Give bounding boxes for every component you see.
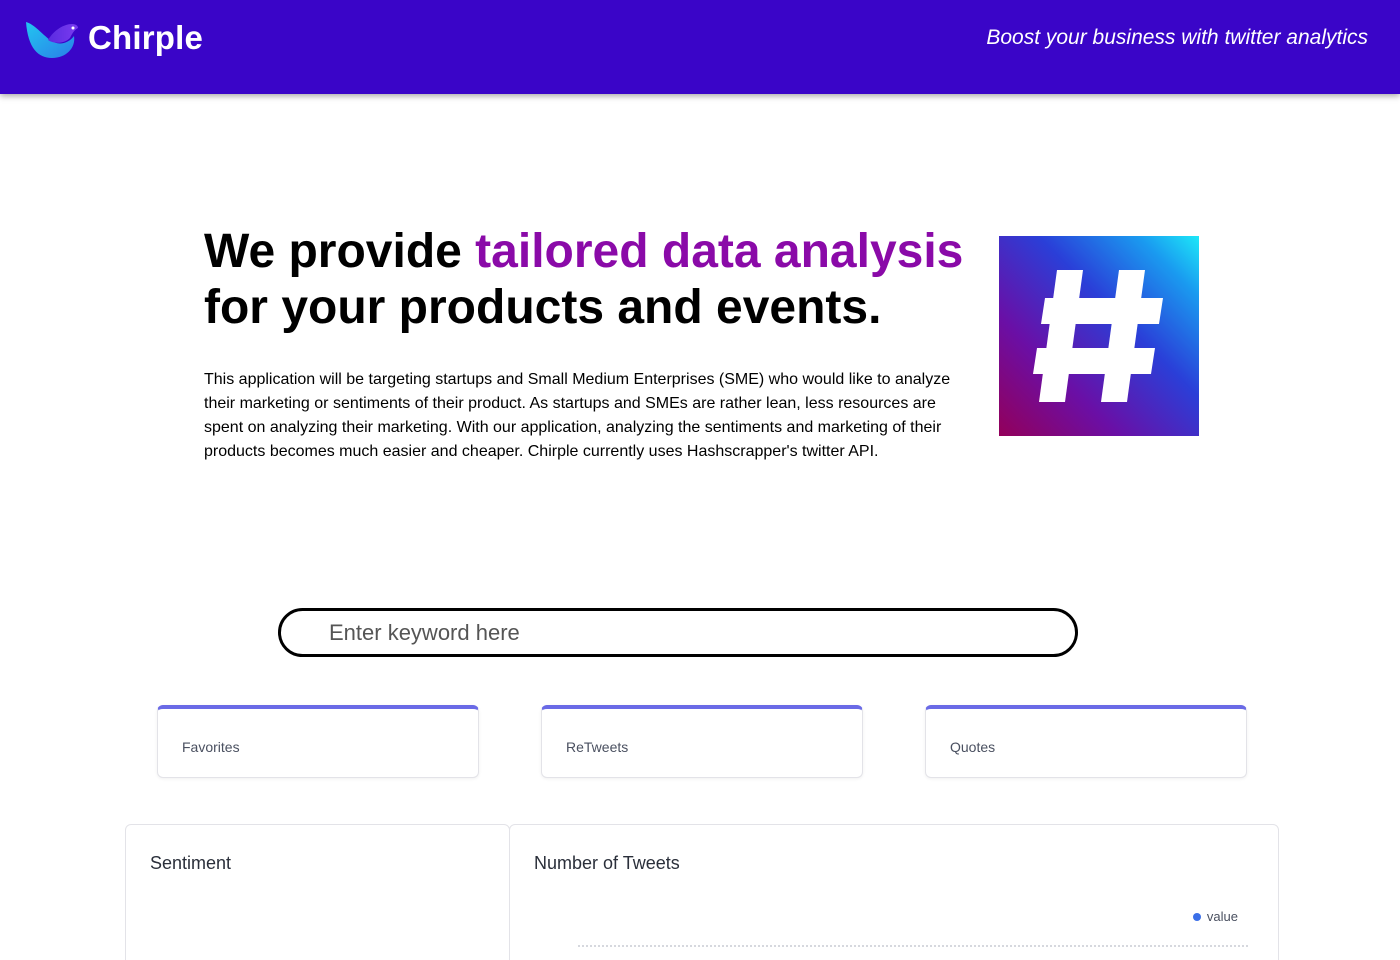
hero-title-part2: for your products and events. [204, 281, 882, 334]
legend-dot-icon [1192, 912, 1201, 921]
hashtag-image [999, 236, 1199, 436]
search-box[interactable] [278, 608, 1078, 657]
legend-label: value [1206, 909, 1238, 924]
hashtag-icon [1033, 270, 1163, 402]
chart-gridline [578, 945, 1248, 947]
quotes-label: Quotes [950, 739, 996, 755]
hero-description: This application will be targeting start… [204, 371, 951, 460]
tweets-panel: Number of Tweets value [509, 824, 1279, 960]
search-input[interactable] [329, 618, 1029, 648]
hero-title-part1: We provide [204, 225, 476, 278]
brand-name[interactable]: Chirple [88, 19, 203, 57]
sentiment-panel: Sentiment [125, 824, 510, 960]
retweets-label: ReTweets [566, 739, 629, 755]
app-header: Chirple Boost your business with twitter… [0, 0, 1400, 94]
retweets-card: ReTweets [541, 705, 863, 778]
quotes-card: Quotes [925, 705, 1247, 778]
chart-legend[interactable]: value [1192, 909, 1238, 924]
sentiment-title: Sentiment [150, 853, 232, 873]
header-tagline: Boost your business with twitter analyti… [986, 26, 1368, 49]
tweets-title: Number of Tweets [534, 853, 680, 873]
hero-title: We provide tailored data analysis for yo… [204, 224, 994, 336]
bird-logo-icon [26, 22, 78, 58]
hero-title-accent: tailored data analysis [475, 225, 964, 278]
favorites-card: Favorites [157, 705, 479, 778]
favorites-label: Favorites [182, 739, 240, 755]
